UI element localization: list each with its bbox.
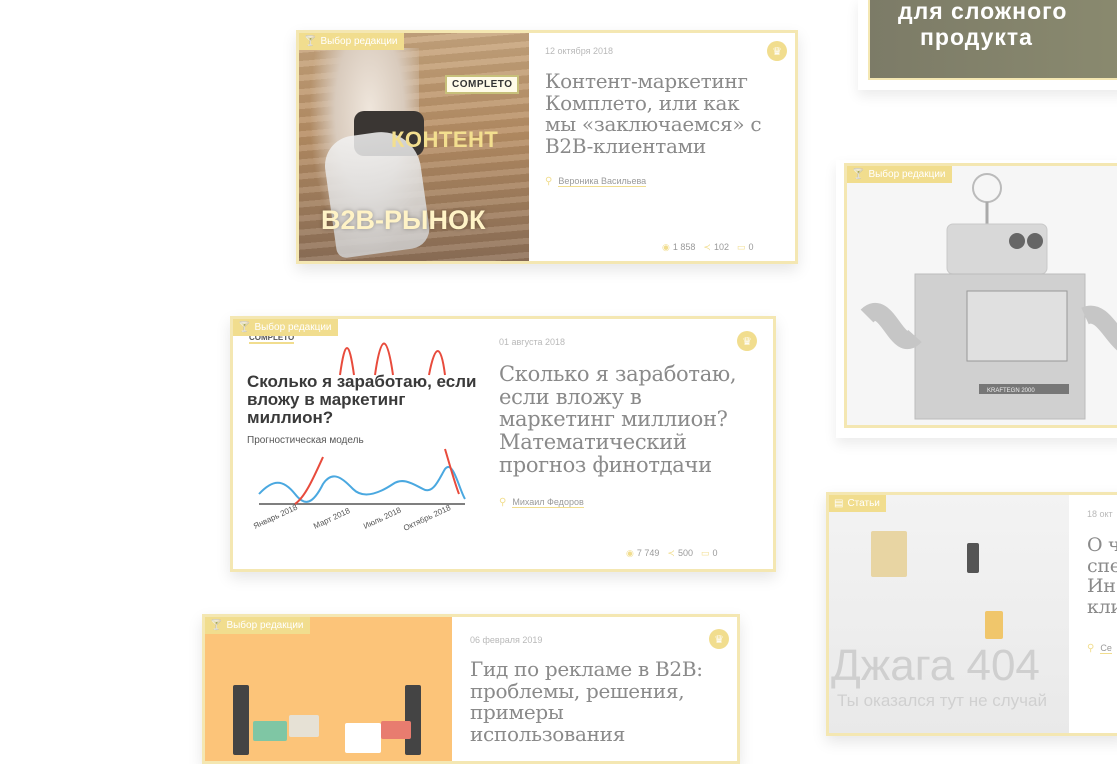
article-date: 01 августа 2018 (499, 337, 566, 347)
article-content: 06 февраля 2019 Гид по рекламе в B2B: пр… (452, 617, 737, 761)
person-icon: ⚲ (1087, 643, 1095, 654)
article-card[interactable]: COMPLETO КОНТЕНТ B2B-РЫНОК 🍸 Выбор редак… (296, 30, 798, 264)
views-stat: ◉ 1 858 (662, 242, 696, 252)
forecast-line-blue (258, 466, 466, 503)
article-image[interactable]: Джага 404 Ты оказался тут не случай (829, 495, 1069, 733)
views-stat: ◉ 7 749 (626, 548, 660, 558)
comments-stat: ▭ 0 (736, 242, 754, 252)
comments-stat: ▭ 0 (700, 548, 718, 558)
articles-badge: ▤ Статьи (829, 495, 886, 512)
article-title[interactable]: Сколько я заработаю, если вложу в маркет… (499, 363, 759, 476)
banner-text: продукта (920, 24, 1033, 50)
article-card[interactable]: COMPLETO Сколько я заработаю, если вложу… (230, 316, 776, 572)
card-illustration (381, 721, 411, 739)
badge-label: Выбор редакции (320, 36, 398, 47)
forecast-peak-2 (374, 342, 394, 376)
article-author[interactable]: ⚲ Се (1087, 643, 1112, 654)
article-image[interactable]: COMPLETO Сколько я заработаю, если вложу… (233, 319, 483, 569)
tick-label: Январь 2018 (252, 502, 299, 530)
article-stats: ◉ 1 858 ≺ 102 ▭ 0 (662, 242, 754, 253)
tick-label: Июль 2018 (362, 505, 403, 530)
bag-illustration (345, 723, 381, 753)
robot-label: KRAFTEGN 2000 (987, 388, 1035, 394)
person-icon: ⚲ (499, 497, 507, 508)
comment-icon: ▭ (700, 548, 710, 558)
article-image[interactable]: 🍸 Выбор редакции KRAFTEGN 2000 (844, 163, 1117, 428)
banner-image[interactable]: для сложного продукта (868, 0, 1117, 80)
article-content: 12 октября 2018 Контент-маркетинг Компле… (529, 33, 795, 261)
article-author[interactable]: ⚲ Вероника Васильева (545, 176, 647, 187)
shares-stat: ≺ 102 (703, 242, 729, 252)
forecast-line-red-1 (294, 456, 324, 505)
image-subtext-404: Ты оказался тут не случай (837, 691, 1047, 710)
article-stats: ◉ 7 749 ≺ 500 ▭ 0 (626, 548, 718, 559)
shares-stat: ≺ 500 (667, 548, 693, 558)
article-author[interactable]: ⚲ Михаил Федоров (499, 497, 584, 508)
completo-logo: COMPLETO (445, 75, 520, 94)
trophy-icon: 🍸 (210, 619, 223, 631)
trophy-icon: 🍸 (304, 35, 317, 47)
forecast-peak-1 (339, 347, 355, 376)
image-headline-b2b: B2B-РЫНОК (321, 205, 486, 235)
share-icon: ≺ (667, 548, 675, 558)
article-date: 06 февраля 2019 (470, 635, 543, 645)
barrier-illustration (871, 531, 907, 577)
crown-icon: ♛ (767, 41, 787, 61)
image-text-404: Джага 404 (831, 641, 1040, 690)
eye-icon: ◉ (626, 548, 634, 558)
tick-label: Март 2018 (312, 506, 352, 531)
author-name[interactable]: Се (1100, 643, 1112, 654)
tick-label: Октябрь 2018 (402, 503, 453, 533)
cone-illustration (985, 611, 1003, 639)
crown-icon: ♛ (709, 629, 729, 649)
article-image[interactable] (205, 617, 452, 761)
editors-choice-badge: 🍸 Выбор редакции (233, 319, 338, 336)
comment-icon: ▭ (736, 242, 746, 252)
banner-text: для сложного (898, 0, 1068, 24)
article-content: 01 августа 2018 Сколько я заработаю, есл… (483, 319, 773, 569)
forecast-peak-3 (428, 350, 446, 376)
forecast-line-red-2 (444, 448, 460, 495)
trophy-icon: 🍸 (852, 168, 865, 180)
article-date: 18 окт (1087, 509, 1113, 519)
trophy-icon: 🍸 (238, 321, 251, 333)
badge-label: Статьи (847, 498, 880, 509)
card-illustration (253, 721, 287, 741)
phone-illustration (405, 685, 421, 755)
forecast-chart: Январь 2018 Март 2018 Июль 2018 Октябрь … (252, 342, 466, 533)
article-title[interactable]: Гид по рекламе в B2B: проблемы, решения,… (470, 658, 720, 745)
article-card-banner[interactable]: для сложного продукта (858, 0, 1117, 90)
article-date: 12 октября 2018 (545, 46, 614, 56)
worker-illustration (967, 543, 979, 573)
badge-label: Выбор редакции (226, 620, 304, 631)
author-name[interactable]: Михаил Федоров (512, 497, 584, 508)
author-name[interactable]: Вероника Васильева (558, 176, 647, 187)
card-illustration (289, 715, 319, 737)
article-content: 18 окт О ч спе Ин кли ⚲ Се (1069, 495, 1117, 733)
image-headline: КОНТЕНТ (391, 127, 499, 152)
document-icon: ▤ (834, 497, 844, 509)
article-card[interactable]: 🍸 Выбор редакции KRAFTEGN 2000 (836, 160, 1117, 438)
article-title[interactable]: О ч спе Ин кли (1087, 535, 1117, 617)
eye-icon: ◉ (662, 242, 670, 252)
article-card[interactable]: 🍸 Выбор редакции 06 февраля 2019 Гид по … (202, 614, 740, 764)
editors-choice-badge: 🍸 Выбор редакции (847, 166, 952, 183)
share-icon: ≺ (703, 242, 711, 252)
editors-choice-badge: 🍸 Выбор редакции (205, 617, 310, 634)
badge-label: Выбор редакции (868, 169, 946, 180)
person-icon: ⚲ (545, 176, 553, 187)
crown-icon: ♛ (737, 331, 757, 351)
phone-illustration (233, 685, 249, 755)
article-card[interactable]: Джага 404 Ты оказался тут не случай ▤ Ст… (826, 492, 1117, 736)
robot-illustration: KRAFTEGN 2000 (860, 173, 1117, 420)
article-title[interactable]: Контент-маркетинг Комплето, или как мы «… (545, 70, 775, 157)
editors-choice-badge: 🍸 Выбор редакции (299, 33, 404, 50)
badge-label: Выбор редакции (254, 322, 332, 333)
article-image[interactable]: COMPLETO КОНТЕНТ B2B-РЫНОК (299, 33, 529, 261)
